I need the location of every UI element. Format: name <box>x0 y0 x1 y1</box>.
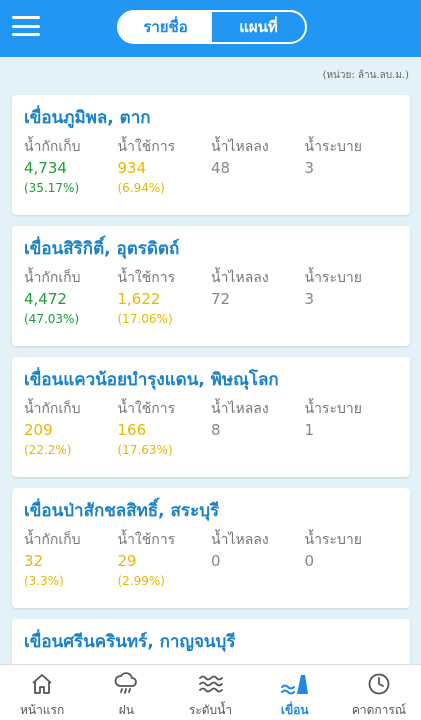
tab-list[interactable]: รายชื่อ <box>119 12 212 42</box>
nav-rain[interactable]: ฝน <box>84 665 168 720</box>
water-waves-icon <box>197 671 225 697</box>
clock-icon <box>365 671 393 697</box>
inflow-value: 0 <box>211 552 221 570</box>
home-icon <box>28 671 56 697</box>
storage-label: น้ำกักเก็บ <box>24 401 81 417</box>
outflow-label: น้ำระบาย <box>304 401 362 417</box>
inflow-label: น้ำไหลลง <box>211 139 269 155</box>
usable-value: 29 <box>117 552 137 570</box>
dam-icon <box>280 671 309 697</box>
storage-percent: (47.03%) <box>24 312 80 326</box>
outflow-label: น้ำระบาย <box>304 270 362 286</box>
storage-label: น้ำกักเก็บ <box>24 139 81 155</box>
storage-percent: (3.3%) <box>24 574 64 588</box>
nav-label: เขื่อน <box>280 703 309 717</box>
dam-card[interactable]: เขื่อนป่าสักชลสิทธิ์, สระบุรี น้ำกักเก็บ… <box>12 488 410 608</box>
dam-card[interactable]: เขื่อนสิริกิติ์, อุตรดิตถ์ น้ำกักเก็บ 4,… <box>12 226 410 346</box>
usable-percent: (6.94%) <box>117 181 165 195</box>
nav-home[interactable]: หน้าแรก <box>0 665 84 720</box>
outflow-value: 3 <box>304 290 315 308</box>
inflow-value: 72 <box>211 290 231 308</box>
dam-name: เขื่อนป่าสักชลสิทธิ์, สระบุรี <box>24 501 220 521</box>
tab-map[interactable]: แผนที่ <box>212 12 305 42</box>
view-toggle: รายชื่อ แผนที่ <box>117 10 307 44</box>
nav-label: คาดการณ์ <box>351 703 406 717</box>
usable-value: 166 <box>117 421 147 439</box>
rain-cloud-icon <box>112 671 140 697</box>
bottom-nav: หน้าแรก ฝน ระดับน้ำ เขื่อน คาดการณ์ <box>0 664 421 720</box>
dam-list: เขื่อนภูมิพล, ตาก น้ำกักเก็บ 4,734 (35.1… <box>12 95 410 720</box>
inflow-value: 48 <box>211 159 231 177</box>
app-header: รายชื่อ แผนที่ <box>0 0 421 57</box>
storage-percent: (35.17%) <box>24 181 80 195</box>
usable-label: น้ำใช้การ <box>117 270 176 286</box>
dam-card[interactable]: เขื่อนภูมิพล, ตาก น้ำกักเก็บ 4,734 (35.1… <box>12 95 410 215</box>
usable-value: 1,622 <box>117 290 161 308</box>
dam-name: เขื่อนสิริกิติ์, อุตรดิตถ์ <box>24 239 180 259</box>
inflow-label: น้ำไหลลง <box>211 401 269 417</box>
storage-value: 4,472 <box>24 290 67 308</box>
usable-percent: (2.99%) <box>117 574 165 588</box>
nav-dam[interactable]: เขื่อน <box>253 665 337 720</box>
outflow-label: น้ำระบาย <box>304 532 362 548</box>
menu-icon[interactable] <box>12 14 40 38</box>
storage-label: น้ำกักเก็บ <box>24 270 81 286</box>
usable-label: น้ำใช้การ <box>117 401 176 417</box>
usable-label: น้ำใช้การ <box>117 532 176 548</box>
storage-percent: (22.2%) <box>24 443 72 457</box>
inflow-label: น้ำไหลลง <box>211 270 269 286</box>
outflow-label: น้ำระบาย <box>304 139 362 155</box>
outflow-value: 3 <box>304 159 315 177</box>
usable-value: 934 <box>117 159 147 177</box>
usable-percent: (17.06%) <box>117 312 173 326</box>
storage-value: 4,734 <box>24 159 67 177</box>
usable-label: น้ำใช้การ <box>117 139 176 155</box>
nav-label: ระดับน้ำ <box>188 703 233 717</box>
nav-label: ฝน <box>118 703 134 717</box>
dam-name: เขื่อนภูมิพล, ตาก <box>24 108 151 128</box>
storage-value: 32 <box>24 552 44 570</box>
outflow-value: 1 <box>304 421 315 439</box>
dam-name: เขื่อนแควน้อยบำรุงแดน, พิษณุโลก <box>24 370 279 390</box>
inflow-label: น้ำไหลลง <box>211 532 269 548</box>
nav-water-level[interactable]: ระดับน้ำ <box>168 665 252 720</box>
unit-note: (หน่วย: ล้าน.ลบ.ม.) <box>322 70 409 81</box>
dam-name: เขื่อนศรีนครินทร์, กาญจนบุรี <box>24 632 236 652</box>
inflow-value: 8 <box>211 421 221 439</box>
nav-forecast[interactable]: คาดการณ์ <box>337 665 421 720</box>
outflow-value: 0 <box>304 552 315 570</box>
storage-value: 209 <box>24 421 53 439</box>
storage-label: น้ำกักเก็บ <box>24 532 81 548</box>
nav-label: หน้าแรก <box>19 703 65 717</box>
usable-percent: (17.63%) <box>117 443 173 457</box>
dam-card[interactable]: เขื่อนแควน้อยบำรุงแดน, พิษณุโลก น้ำกักเก… <box>12 357 410 477</box>
